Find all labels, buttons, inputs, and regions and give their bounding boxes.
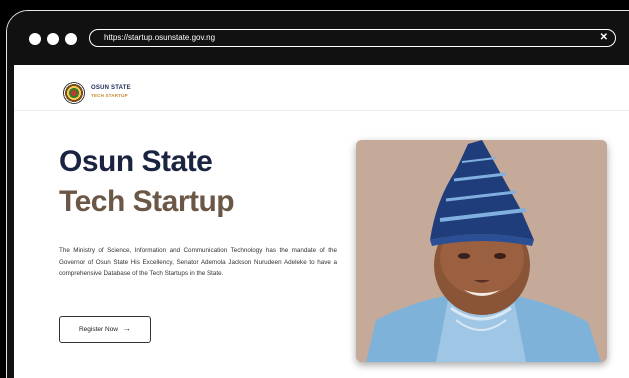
window-dot-icon [29, 33, 41, 45]
register-now-button[interactable]: Register Now → [59, 316, 151, 343]
hero-title-line2: Tech Startup [59, 185, 235, 218]
register-button-label: Register Now [78, 326, 118, 333]
browser-toolbar: https://startup.osunstate.gov.ng ✕ [7, 11, 629, 63]
site-header: OSUN STATE TECH STARTUP [14, 65, 629, 111]
hero-title-line1: Osun State [59, 145, 213, 178]
arrow-right-icon: → [123, 324, 131, 333]
hero-description: The Ministry of Science, Information and… [59, 247, 337, 277]
window-dot-icon [65, 33, 77, 45]
logo-line1: OSUN STATE [91, 85, 131, 91]
governor-portrait [356, 140, 607, 362]
web-page: OSUN STATE TECH STARTUP Osun State Tech … [14, 65, 629, 378]
site-logo[interactable]: OSUN STATE TECH STARTUP [91, 85, 131, 99]
window-dot-icon [47, 33, 59, 45]
url-text: https://startup.osunstate.gov.ng [104, 33, 216, 42]
address-bar[interactable]: https://startup.osunstate.gov.ng ✕ [89, 29, 616, 47]
osun-state-seal-icon[interactable] [63, 82, 85, 104]
device-frame: https://startup.osunstate.gov.ng ✕ OSUN … [6, 10, 629, 378]
logo-line2: TECH STARTUP [91, 93, 128, 98]
close-icon[interactable]: ✕ [600, 30, 608, 46]
